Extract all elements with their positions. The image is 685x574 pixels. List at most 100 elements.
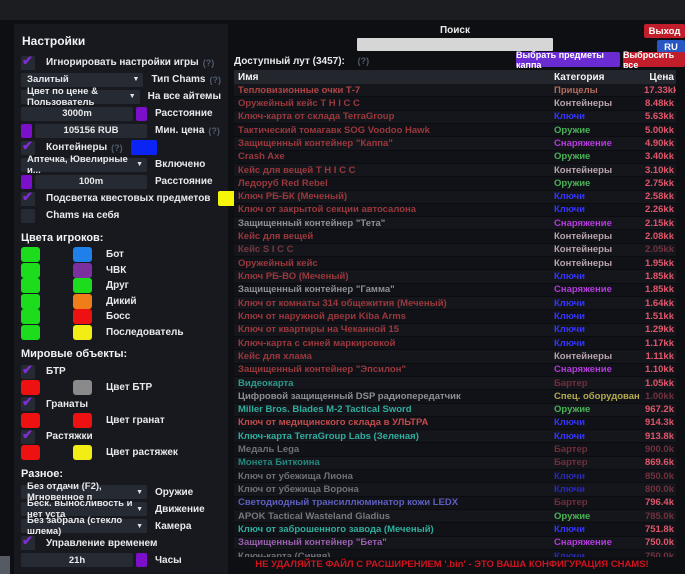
color-swatch[interactable] — [73, 263, 92, 278]
loot-row[interactable]: Медаль LegaБартер900.0k — [234, 443, 676, 456]
settings-row: Бот — [21, 247, 221, 263]
item-price: 8.48kk — [640, 98, 676, 109]
loot-row[interactable]: Ключ от заброшенного завода (Меченый)Клю… — [234, 523, 676, 536]
value-input[interactable]: 21h — [21, 553, 133, 567]
color-swatch[interactable] — [73, 445, 92, 460]
dropdown-label: Тип Chams — [151, 74, 205, 85]
item-price: 850.0k — [640, 471, 676, 482]
loot-row[interactable]: Защищенный контейнер "Тета"Снаряжение2.1… — [234, 217, 676, 230]
loot-row[interactable]: Miller Bros. Blades M-2 Tactical SwordОр… — [234, 404, 676, 417]
item-price: 914.3k — [640, 417, 676, 428]
item-name: Кейс для вещей — [234, 231, 550, 242]
checkbox[interactable]: ✔ — [21, 430, 35, 444]
checkbox[interactable]: ✔ — [21, 536, 35, 550]
loot-row[interactable]: Ключ от медицинского склада в УЛЬТРАКлюч… — [234, 417, 676, 430]
loot-row[interactable]: Защищенный контейнер "Эпсилон"Снаряжение… — [234, 364, 676, 377]
color-swatch[interactable] — [73, 380, 92, 395]
loot-row[interactable]: Ключ от закрытой секции автосалонаКлючи2… — [234, 204, 676, 217]
item-name: Ключ-карта с синей маркировкой — [234, 338, 550, 349]
value-input[interactable]: 100m — [35, 175, 147, 189]
color-swatch[interactable] — [21, 278, 40, 293]
loot-row[interactable]: Ключ от наружной двери Kiba ArmsКлючи1.5… — [234, 310, 676, 323]
item-name: Ключ от комнаты 314 общежития (Меченый) — [234, 298, 550, 309]
dropdown[interactable]: Цвет по цене & Пользователь▼ — [21, 90, 140, 104]
loot-row[interactable]: Монета БиткоинаБартер869.6k — [234, 457, 676, 470]
color-swatch[interactable] — [21, 124, 32, 138]
dump-all-button[interactable]: Выбросить все — [623, 52, 685, 67]
value-input[interactable]: 105156 RUB — [35, 124, 147, 138]
settings-row: ✔БТР — [21, 363, 221, 380]
loot-row[interactable]: Оружейный кейсКонтейнеры1.95kk — [234, 257, 676, 270]
loot-row[interactable]: Защищенный контейнер "Гамма"Снаряжение1.… — [234, 284, 676, 297]
column-category: Категория — [550, 72, 640, 83]
exit-button[interactable]: Выход — [644, 24, 685, 38]
item-category: Ключи — [550, 524, 640, 535]
loot-row[interactable]: Ключ-карта с синей маркировкойКлючи1.17k… — [234, 337, 676, 350]
color-swatch[interactable] — [136, 107, 147, 121]
color-swatch[interactable] — [73, 325, 92, 340]
dropdown[interactable]: Аптечка, Ювелирные и...▼ — [21, 158, 147, 172]
loot-row[interactable]: Ключ от убежища ВоронаКлючи800.0k — [234, 483, 676, 496]
checkbox[interactable]: ✔ — [21, 141, 35, 155]
color-swatch[interactable] — [21, 263, 40, 278]
checkbox[interactable]: ✔ — [21, 397, 35, 411]
loot-row[interactable]: Оружейный кейс T H I C CКонтейнеры8.48kk — [234, 97, 676, 110]
loot-row[interactable]: APOK Tactical Wasteland GladiusОружие785… — [234, 510, 676, 523]
loot-row[interactable]: Ключ от квартиры на Чеканной 15Ключи1.29… — [234, 324, 676, 337]
help-icon: (?) — [210, 75, 222, 85]
color-swatch[interactable] — [73, 247, 92, 262]
loot-row[interactable]: Crash AxeОружие3.40kk — [234, 151, 676, 164]
color-swatch[interactable] — [136, 553, 147, 567]
color-swatch[interactable] — [73, 294, 92, 309]
color-swatch[interactable] — [73, 309, 92, 324]
color-swatch[interactable] — [21, 325, 40, 340]
color-swatch[interactable] — [73, 413, 92, 428]
item-price: 2.05kk — [640, 244, 676, 255]
dropdown[interactable]: Беск. выносливость и нет уста▼ — [21, 502, 147, 516]
loot-row[interactable]: Ключ-карта (Синяя)Ключи750.0k — [234, 550, 676, 557]
loot-row[interactable]: ВидеокартаБартер1.05kk — [234, 377, 676, 390]
value-input[interactable]: 3000m — [21, 107, 133, 121]
checkbox[interactable]: ✔ — [21, 56, 35, 70]
checkbox[interactable] — [21, 209, 35, 223]
item-price: 4.90kk — [640, 138, 676, 149]
item-price: 2.75kk — [640, 178, 676, 189]
loot-row[interactable]: Ледоруб Red RebelОружие2.75kk — [234, 177, 676, 190]
color-swatch[interactable] — [21, 247, 40, 262]
dropdown[interactable]: Залитый▼ — [21, 73, 143, 87]
select-kappa-items-button[interactable]: Выбрать предметы каппа — [516, 52, 620, 67]
loot-row[interactable]: Цифровой защищенный DSP радиопередатчикС… — [234, 390, 676, 403]
checkbox[interactable]: ✔ — [21, 365, 35, 379]
item-name: Ключ-карта от склада TerraGroup — [234, 111, 550, 122]
loot-row[interactable]: Кейс S I C CКонтейнеры2.05kk — [234, 244, 676, 257]
color-swatch[interactable] — [21, 413, 40, 428]
loot-row[interactable]: Ключ РБ-ВО (Меченый)Ключи1.85kk — [234, 270, 676, 283]
loot-row[interactable]: Защищенный контейнер "Бета"Снаряжение750… — [234, 537, 676, 550]
loot-row[interactable]: Кейс для вещейКонтейнеры2.08kk — [234, 230, 676, 243]
color-swatch[interactable] — [21, 294, 40, 309]
dropdown[interactable]: Без отдачи (F2), Мгновенное п▼ — [21, 485, 147, 499]
item-price: 1.10kk — [640, 364, 676, 375]
color-swatch[interactable] — [21, 380, 40, 395]
color-swatch[interactable] — [21, 309, 40, 324]
loot-row[interactable]: Тепловизионные очки Т-7Прицелы17.33kk — [234, 84, 676, 97]
dropdown[interactable]: Без забрала (стекло шлема)▼ — [21, 519, 147, 533]
item-price: 750.0k — [640, 537, 676, 548]
loot-row[interactable]: Ключ РБ-БК (Меченый)Ключи2.58kk — [234, 191, 676, 204]
loot-row[interactable]: Ключ от комнаты 314 общежития (Меченый)К… — [234, 297, 676, 310]
loot-row[interactable]: Ключ от убежища ЛионаКлючи850.0k — [234, 470, 676, 483]
settings-row: ЧВК — [21, 263, 221, 279]
loot-row[interactable]: Светодиодный трансиллюминатор кожи LEDXБ… — [234, 497, 676, 510]
loot-row[interactable]: Тактический томагавк SOG Voodoo HawkОруж… — [234, 124, 676, 137]
loot-row[interactable]: Защищенный контейнер "Каппа"Снаряжение4.… — [234, 137, 676, 150]
loot-row[interactable]: Ключ-карта TerraGroup Labs (Зеленая)Ключ… — [234, 430, 676, 443]
checkbox[interactable]: ✔ — [21, 192, 35, 206]
loot-row[interactable]: Кейс для хламаКонтейнеры1.11kk — [234, 350, 676, 363]
loot-row[interactable]: Кейс для вещей T H I C CКонтейнеры3.10kk — [234, 164, 676, 177]
checkbox-label: Chams на себя — [46, 210, 119, 221]
item-price: 1.85kk — [640, 284, 676, 295]
loot-row[interactable]: Ключ-карта от склада TerraGroupКлючи5.63… — [234, 111, 676, 124]
color-swatch[interactable] — [73, 278, 92, 293]
color-swatch[interactable] — [21, 175, 32, 189]
color-swatch[interactable] — [21, 445, 40, 460]
